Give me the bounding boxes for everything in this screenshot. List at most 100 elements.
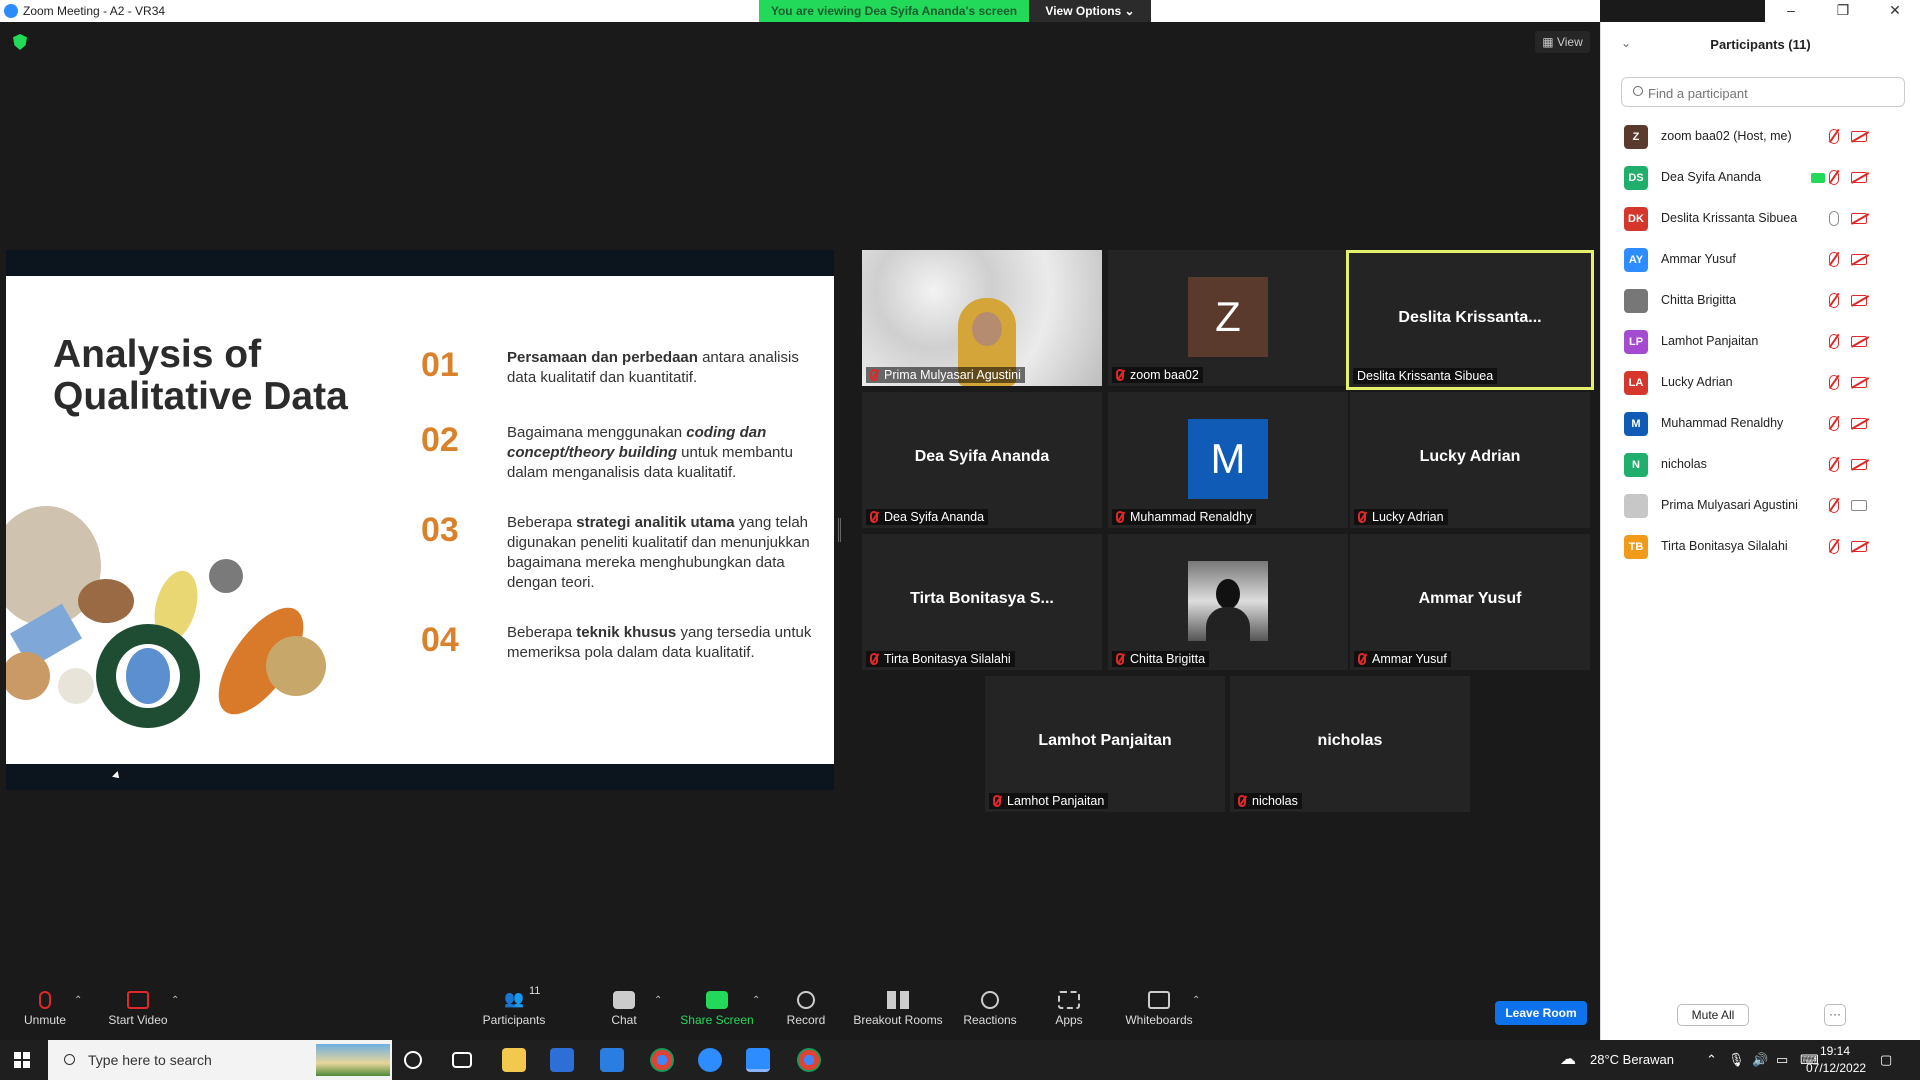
- participants-button[interactable]: 👥 Participants: [474, 977, 554, 1040]
- mic-muted-icon[interactable]: [1829, 375, 1839, 390]
- search-icon: [64, 1054, 75, 1065]
- reactions-button[interactable]: Reactions: [956, 977, 1024, 1040]
- video-tile[interactable]: Ammar Yusuf Ammar Yusuf: [1350, 534, 1590, 670]
- teamviewer-icon[interactable]: [698, 1048, 722, 1072]
- mail-icon[interactable]: [600, 1048, 624, 1072]
- video-off-icon[interactable]: [1851, 336, 1867, 347]
- network-icon[interactable]: ▭: [1776, 1040, 1788, 1080]
- video-off-icon[interactable]: [1851, 418, 1867, 429]
- video-tile[interactable]: Lucky Adrian Lucky Adrian: [1350, 392, 1590, 528]
- participant-search-input[interactable]: [1648, 83, 1898, 103]
- start-video-button[interactable]: Start Video: [100, 977, 176, 1040]
- tray-expand-icon[interactable]: ⌃: [1706, 1040, 1717, 1080]
- audio-options-caret[interactable]: ⌃: [74, 995, 82, 1006]
- video-off-icon[interactable]: [1851, 377, 1867, 388]
- mic-muted-icon[interactable]: [1829, 539, 1839, 554]
- video-on-icon[interactable]: [1851, 500, 1867, 511]
- participant-row[interactable]: Nnicholas: [1601, 444, 1920, 485]
- share-screen-button[interactable]: Share Screen: [678, 977, 756, 1040]
- mic-muted-icon[interactable]: [1829, 334, 1839, 349]
- leave-room-button[interactable]: Leave Room: [1495, 1001, 1587, 1025]
- slide-item-number: 01: [421, 346, 459, 384]
- participant-search[interactable]: [1621, 77, 1905, 107]
- chat-button[interactable]: Chat: [598, 977, 650, 1040]
- mic-muted-icon[interactable]: [1829, 416, 1839, 431]
- chrome-profile-icon[interactable]: [797, 1048, 821, 1072]
- video-tile[interactable]: Dea Syifa Ananda Dea Syifa Ananda: [862, 392, 1102, 528]
- mic-muted-icon[interactable]: [1829, 457, 1839, 472]
- video-tile[interactable]: Z zoom baa02: [1108, 250, 1348, 386]
- participant-row[interactable]: DS Dea Syifa Ananda: [1601, 157, 1920, 198]
- minimize-button[interactable]: –: [1765, 0, 1817, 22]
- participant-row[interactable]: AY Ammar Yusuf: [1601, 239, 1920, 280]
- more-options-button[interactable]: ···: [1824, 1004, 1846, 1026]
- chat-options-caret[interactable]: ⌃: [654, 995, 662, 1006]
- video-tile[interactable]: Chitta Brigitta: [1108, 534, 1348, 670]
- video-tile[interactable]: Tirta Bonitasya S... Tirta Bonitasya Sil…: [862, 534, 1102, 670]
- mic-muted-icon[interactable]: [1829, 293, 1839, 308]
- file-explorer-icon[interactable]: [502, 1048, 526, 1072]
- participant-row[interactable]: Prima Mulyasari Agustini: [1601, 485, 1920, 526]
- unmute-button[interactable]: Unmute: [14, 977, 76, 1040]
- mic-on-icon[interactable]: [1829, 211, 1839, 226]
- avatar: LP: [1624, 330, 1648, 354]
- participant-row[interactable]: Zzoom baa02 (Host, me): [1601, 116, 1920, 157]
- video-off-icon[interactable]: [1851, 459, 1867, 470]
- slide-item-text: Beberapa strategi analitik utama yang te…: [507, 514, 810, 591]
- mic-muted-icon[interactable]: [1829, 498, 1839, 513]
- breakout-rooms-button[interactable]: Breakout Rooms: [852, 977, 944, 1040]
- video-tile[interactable]: Prima Mulyasari Agustini: [862, 250, 1102, 386]
- cortana-icon[interactable]: [404, 1051, 422, 1069]
- participant-row[interactable]: TB Tirta Bonitasya Silalahi: [1601, 526, 1920, 567]
- slide-item-number: 03: [421, 511, 459, 549]
- close-button[interactable]: ✕: [1869, 0, 1920, 22]
- apps-button[interactable]: Apps: [1046, 977, 1092, 1040]
- weather-text[interactable]: 28°C Berawan: [1590, 1040, 1674, 1080]
- participant-row[interactable]: LP Lamhot Panjaitan: [1601, 321, 1920, 362]
- mic-muted-icon[interactable]: [1829, 252, 1839, 267]
- chrome-icon[interactable]: [650, 1048, 674, 1072]
- windows-start-icon[interactable]: [14, 1052, 30, 1068]
- video-off-icon[interactable]: [1851, 213, 1867, 224]
- mic-muted-icon[interactable]: [1829, 170, 1839, 185]
- microsoft-store-icon[interactable]: [550, 1048, 574, 1072]
- participant-row[interactable]: DK Deslita Krissanta Sibuea: [1601, 198, 1920, 239]
- video-off-icon[interactable]: [1851, 295, 1867, 306]
- notifications-icon[interactable]: ▢: [1880, 1040, 1892, 1080]
- video-off-icon[interactable]: [1851, 254, 1867, 265]
- mute-all-button[interactable]: Mute All: [1677, 1004, 1749, 1026]
- cloud-weather-icon[interactable]: ☁: [1560, 1040, 1576, 1080]
- participants-icon: 👥: [504, 991, 524, 1008]
- mic-muted-icon[interactable]: [1829, 129, 1839, 144]
- task-view-icon[interactable]: [452, 1052, 472, 1068]
- video-tile[interactable]: M Muhammad Renaldhy: [1108, 392, 1348, 528]
- restore-button[interactable]: ❐: [1817, 0, 1869, 22]
- taskbar-date[interactable]: 07/12/2022: [1806, 1061, 1866, 1075]
- participant-row[interactable]: Chitta Brigitta: [1601, 280, 1920, 321]
- zoom-taskbar-icon[interactable]: [746, 1048, 770, 1072]
- video-off-icon[interactable]: [1851, 172, 1867, 183]
- view-button[interactable]: ▦ View: [1535, 31, 1590, 53]
- video-off-icon[interactable]: [1851, 541, 1867, 552]
- mic-muted-icon: [993, 795, 1001, 807]
- video-options-caret[interactable]: ⌃: [171, 995, 179, 1006]
- share-options-caret[interactable]: ⌃: [752, 995, 760, 1006]
- taskbar-time[interactable]: 19:14: [1820, 1044, 1850, 1058]
- volume-icon[interactable]: 🔊: [1752, 1040, 1768, 1080]
- splitter-handle[interactable]: [838, 518, 841, 542]
- mic-tray-icon[interactable]: 🎙: [1728, 1040, 1745, 1080]
- whiteboards-button[interactable]: Whiteboards: [1122, 977, 1196, 1040]
- participant-row[interactable]: M Muhammad Renaldhy: [1601, 403, 1920, 444]
- view-options-button[interactable]: View Options ⌄: [1029, 0, 1151, 22]
- participant-row[interactable]: LA Lucky Adrian: [1601, 362, 1920, 403]
- video-tile-active-speaker[interactable]: Deslita Krissanta... Deslita Krissanta S…: [1346, 250, 1594, 390]
- video-tile[interactable]: nicholas nicholas: [1230, 676, 1470, 812]
- video-tile[interactable]: Lamhot Panjaitan Lamhot Panjaitan: [985, 676, 1225, 812]
- record-button[interactable]: Record: [780, 977, 832, 1040]
- video-off-icon[interactable]: [1851, 131, 1867, 142]
- whiteboard-options-caret[interactable]: ⌃: [1192, 995, 1200, 1006]
- participant-name: Ammar Yusuf: [1661, 252, 1736, 266]
- taskbar-search[interactable]: Type here to search: [48, 1040, 392, 1080]
- app-window: Zoom Meeting - A2 - VR34 You are viewing…: [0, 0, 1920, 1080]
- security-shield-icon[interactable]: [13, 34, 27, 50]
